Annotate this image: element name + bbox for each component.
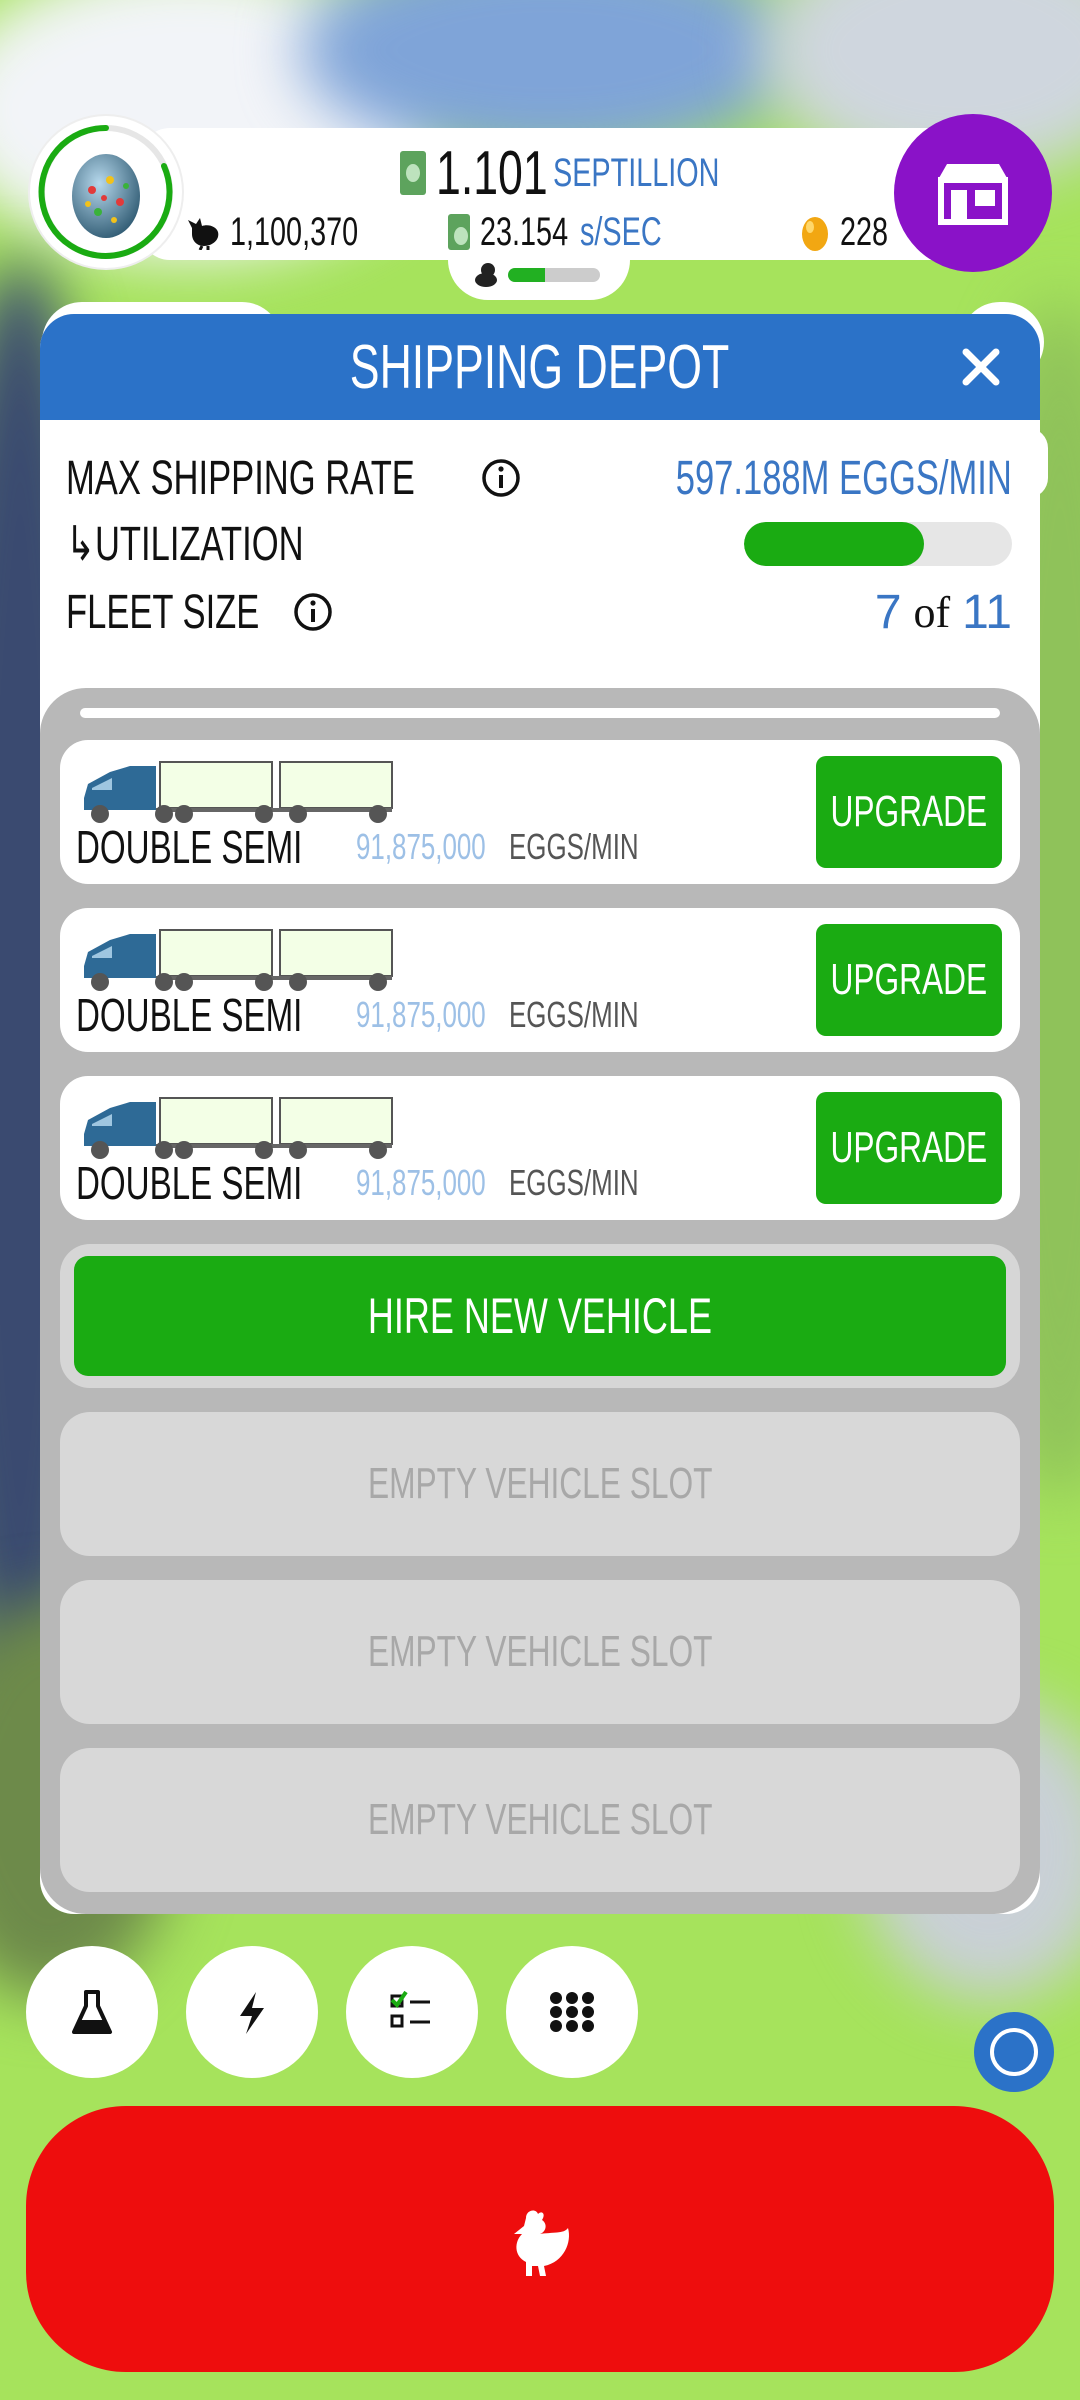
vehicle-rate-unit: EGGS/MIN — [508, 994, 639, 1035]
utilization-bar — [744, 522, 1012, 566]
utilization-row: ↳UTILIZATION — [66, 514, 396, 574]
chicken-icon — [514, 2210, 569, 2276]
rate-unit: s/SEC — [580, 209, 662, 254]
money-unit: SEPTILLION — [553, 150, 720, 195]
grid-icon — [550, 1992, 594, 2032]
double-semi-truck-icon — [84, 761, 393, 823]
vehicle-name: DOUBLE SEMI — [76, 989, 303, 1041]
chicken-count: 1,100,370 — [186, 208, 408, 256]
flask-icon — [72, 1990, 112, 2034]
empty-slot-label: EMPTY VEHICLE SLOT — [367, 1795, 713, 1844]
vehicle-info: DOUBLE SEMI 91,875,000 EGGS/MIN — [76, 1156, 689, 1210]
fleet-list[interactable]: DOUBLE SEMI 91,875,000 EGGS/MIN UPGRADE … — [40, 688, 1040, 1914]
vehicle-card: DOUBLE SEMI 91,875,000 EGGS/MIN UPGRADE — [60, 740, 1020, 884]
checklist-icon — [390, 1990, 430, 2028]
vehicle-rate: 91,875,000 — [356, 1162, 487, 1203]
menu-button[interactable] — [506, 1946, 638, 2078]
modal-title: SHIPPING DEPOT — [350, 332, 730, 402]
chicken-icon — [188, 218, 219, 250]
chicken-count-value: 1,100,370 — [230, 209, 359, 254]
empty-vehicle-slot: EMPTY VEHICLE SLOT — [60, 1412, 1020, 1556]
hatch-chicken-button[interactable] — [26, 2106, 1054, 2372]
money-display: 1.101 SEPTILLION — [400, 138, 784, 208]
modal-header: SHIPPING DEPOT — [40, 314, 1040, 420]
lightning-icon — [240, 1992, 264, 2034]
universe-egg-icon — [72, 154, 140, 238]
chick-icon — [475, 263, 497, 287]
golden-egg-icon — [802, 217, 828, 251]
rate-value: 23.154 — [480, 209, 569, 254]
empty-slot-label: EMPTY VEHICLE SLOT — [367, 1459, 713, 1508]
double-semi-truck-icon — [84, 1097, 393, 1159]
missions-button[interactable] — [346, 1946, 478, 2078]
vehicle-rate: 91,875,000 — [356, 994, 487, 1035]
drone-progress-track — [508, 268, 600, 282]
upgrade-button[interactable]: UPGRADE — [816, 1092, 1002, 1204]
hire-vehicle-row: HIRE NEW VEHICLE — [60, 1244, 1020, 1388]
vehicle-name: DOUBLE SEMI — [76, 1157, 303, 1209]
money-value: 1.101 — [436, 138, 548, 208]
fleet-size-row: FLEET SIZE — [66, 582, 333, 642]
info-icon[interactable] — [481, 458, 521, 498]
egg-type-button[interactable] — [30, 116, 182, 268]
max-shipping-rate-row: MAX SHIPPING RATE — [66, 448, 521, 508]
fleet-max: 11 — [962, 585, 1012, 639]
vehicle-info: DOUBLE SEMI 91,875,000 EGGS/MIN — [76, 820, 689, 874]
fleet-current: 7 — [874, 585, 902, 639]
vehicle-rate: 91,875,000 — [356, 826, 487, 867]
golden-egg-count: 228 — [800, 208, 907, 256]
hire-new-vehicle-button[interactable]: HIRE NEW VEHICLE — [74, 1256, 1006, 1376]
shop-button[interactable] — [894, 114, 1052, 272]
upgrade-label: UPGRADE — [830, 955, 988, 1004]
max-rate-text: 597.188M EGGS/MIN — [675, 451, 1012, 505]
close-icon[interactable] — [956, 342, 1006, 392]
assistant-bubble-button[interactable] — [974, 2012, 1054, 2092]
utilization-fill — [744, 522, 924, 566]
fleet-size-value: 7 of 11 — [875, 582, 1012, 642]
upgrade-button[interactable]: UPGRADE — [816, 756, 1002, 868]
research-button[interactable] — [26, 1946, 158, 2078]
vehicle-rate-unit: EGGS/MIN — [508, 1162, 639, 1203]
empty-slot-label: EMPTY VEHICLE SLOT — [367, 1627, 713, 1676]
fleet-of: of — [913, 587, 951, 637]
empty-vehicle-slot: EMPTY VEHICLE SLOT — [60, 1748, 1020, 1892]
upgrade-label: UPGRADE — [830, 1123, 988, 1172]
vehicle-name: DOUBLE SEMI — [76, 821, 303, 873]
double-semi-truck-icon — [84, 929, 393, 991]
drone-progress — [448, 252, 630, 300]
shipping-depot-modal: SHIPPING DEPOT MAX SHIPPING RATE 597.188… — [40, 314, 1040, 1914]
cash-small-icon — [448, 214, 470, 250]
golden-egg-value: 228 — [840, 209, 889, 254]
vehicle-info: DOUBLE SEMI 91,875,000 EGGS/MIN — [76, 988, 689, 1042]
upgrade-label: UPGRADE — [830, 787, 988, 836]
fleet-size-label: FLEET SIZE — [66, 585, 260, 639]
scroll-edge — [80, 708, 1000, 718]
earning-rate: 23.154 s/SEC — [448, 208, 694, 256]
boosts-button[interactable] — [186, 1946, 318, 2078]
max-rate-label: MAX SHIPPING RATE — [66, 451, 415, 505]
vehicle-card: DOUBLE SEMI 91,875,000 EGGS/MIN UPGRADE — [60, 908, 1020, 1052]
vehicle-rate-unit: EGGS/MIN — [508, 826, 639, 867]
shop-icon — [938, 164, 1008, 225]
vehicle-card: DOUBLE SEMI 91,875,000 EGGS/MIN UPGRADE — [60, 1076, 1020, 1220]
utilization-label: ↳UTILIZATION — [66, 518, 304, 571]
drone-progress-fill — [508, 268, 545, 282]
cash-icon — [400, 151, 426, 195]
empty-vehicle-slot: EMPTY VEHICLE SLOT — [60, 1580, 1020, 1724]
max-rate-value: 597.188M EGGS/MIN — [545, 448, 1012, 508]
hire-label: HIRE NEW VEHICLE — [367, 1288, 713, 1344]
info-icon[interactable] — [293, 592, 333, 632]
upgrade-button[interactable]: UPGRADE — [816, 924, 1002, 1036]
